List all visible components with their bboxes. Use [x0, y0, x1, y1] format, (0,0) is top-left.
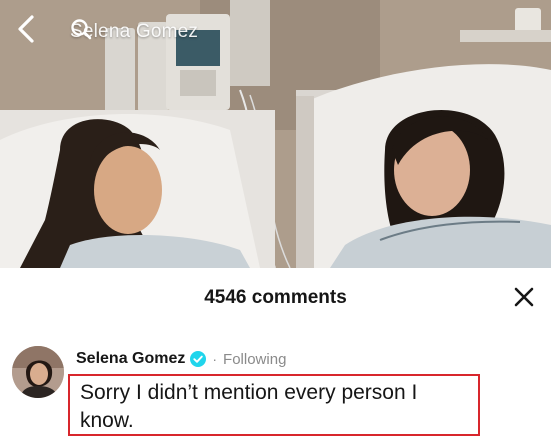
meta-separator: · — [212, 351, 218, 367]
back-button[interactable] — [16, 14, 46, 48]
comment-item[interactable]: Selena Gomez · Following Sorry I didn’t … — [12, 344, 542, 436]
video-frame[interactable]: Selena Gomez — [0, 0, 551, 268]
avatar[interactable] — [12, 346, 64, 398]
search-bar[interactable]: Selena Gomez — [70, 18, 198, 46]
verified-badge-icon — [190, 351, 207, 367]
close-button[interactable] — [511, 284, 537, 310]
video-top-bar: Selena Gomez — [0, 0, 551, 60]
comment-meta: Selena Gomez · Following — [76, 348, 286, 370]
comment-highlight-box: Sorry I didn’t mention every person I kn… — [68, 374, 480, 436]
search-icon — [71, 19, 92, 40]
close-icon — [514, 287, 534, 307]
avatar-image — [12, 346, 64, 398]
comments-sheet: 4546 comments Selena Gomez · Following S… — [0, 268, 551, 436]
comments-count: 4546 comments — [204, 287, 347, 308]
comment-username[interactable]: Selena Gomez — [76, 350, 185, 368]
comment-text: Sorry I didn’t mention every person I kn… — [80, 381, 418, 432]
comments-header: 4546 comments — [0, 268, 551, 326]
chevron-left-icon — [18, 15, 34, 43]
follow-status: Following — [223, 350, 287, 368]
